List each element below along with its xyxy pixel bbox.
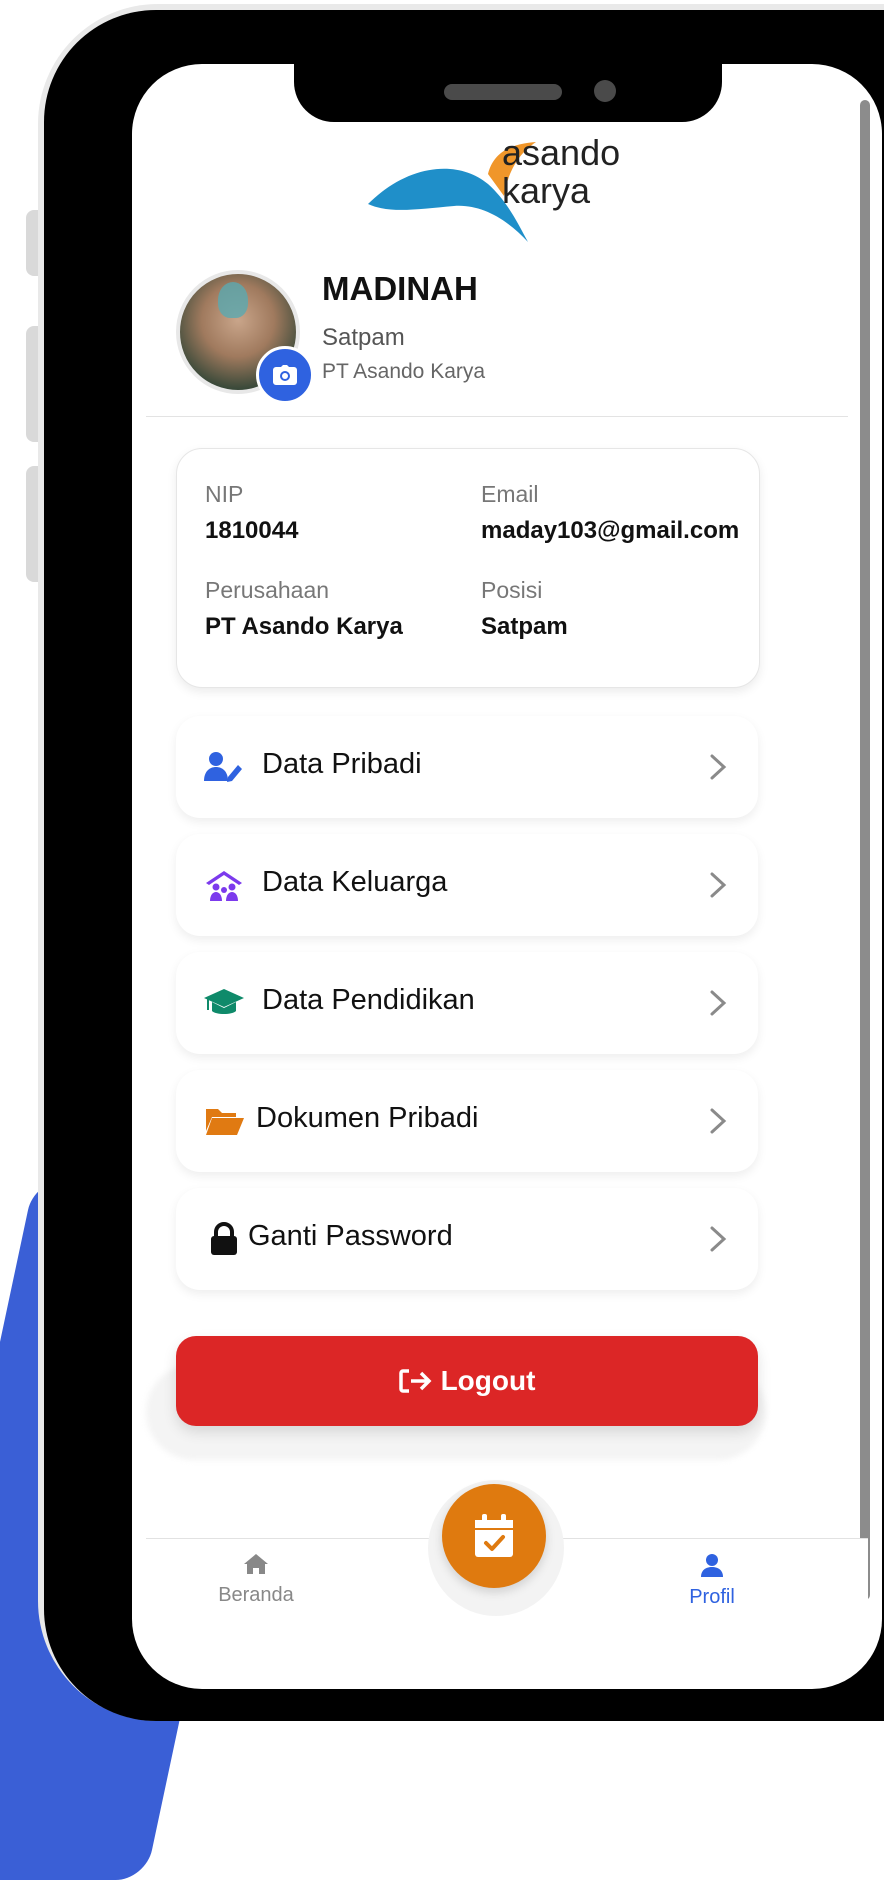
nip-label: NIP — [205, 481, 244, 507]
employee-info-card: NIP 1810044 Email maday103@gmail.com Per… — [176, 448, 760, 688]
calendar-check-icon — [475, 1514, 513, 1557]
menu-data-pendidikan[interactable]: Data Pendidikan — [176, 952, 758, 1054]
menu-data-keluarga[interactable]: Data Keluarga — [176, 834, 758, 936]
attendance-fab[interactable] — [442, 1484, 546, 1588]
chevron-right-icon — [710, 872, 727, 898]
position-label: Posisi — [481, 577, 543, 603]
nav-label: Profil — [689, 1586, 735, 1608]
nav-label: Beranda — [218, 1584, 294, 1606]
menu-label: Data Keluarga — [262, 866, 448, 898]
folder-open-icon — [204, 1104, 244, 1138]
phone-frame: asando karya MADINAH Satpam PT Asando Ka… — [44, 10, 884, 1721]
company-label: Perusahaan — [205, 577, 330, 603]
logout-label: Logout — [440, 1365, 536, 1396]
logo-line2: karya — [502, 170, 591, 211]
user-edit-icon — [204, 750, 244, 784]
family-house-icon — [204, 868, 244, 902]
home-icon — [244, 1554, 268, 1574]
lock-icon — [204, 1222, 244, 1256]
email-value: maday103@gmail.com — [481, 517, 740, 544]
profile-company: PT Asando Karya — [322, 360, 486, 383]
chevron-right-icon — [710, 990, 727, 1016]
user-icon — [701, 1554, 723, 1577]
phone-screen: asando karya MADINAH Satpam PT Asando Ka… — [132, 64, 882, 1689]
menu-label: Ganti Password — [248, 1220, 453, 1252]
scrollbar[interactable] — [860, 100, 870, 1600]
change-photo-button[interactable] — [256, 346, 314, 404]
menu-label: Dokumen Pribadi — [256, 1102, 479, 1134]
divider — [146, 416, 848, 417]
menu-data-pribadi[interactable]: Data Pribadi — [176, 716, 758, 818]
company-value: PT Asando Karya — [205, 613, 403, 640]
logo-line1: asando — [502, 132, 621, 173]
menu-ganti-password[interactable]: Ganti Password — [176, 1188, 758, 1290]
logout-button[interactable]: Logout — [176, 1336, 758, 1426]
profile-role: Satpam — [322, 324, 405, 351]
camera-icon — [273, 365, 297, 385]
menu-label: Data Pendidikan — [262, 984, 475, 1016]
menu-label: Data Pribadi — [262, 748, 422, 780]
chevron-right-icon — [710, 1226, 727, 1252]
chevron-right-icon — [710, 1108, 727, 1134]
nav-beranda[interactable]: Beranda — [186, 1553, 326, 1607]
graduation-cap-icon — [204, 986, 244, 1020]
menu-dokumen-pribadi[interactable]: Dokumen Pribadi — [176, 1070, 758, 1172]
sign-out-icon — [398, 1369, 432, 1393]
chevron-right-icon — [710, 754, 727, 780]
profile-name: MADINAH — [322, 270, 478, 307]
nip-value: 1810044 — [205, 517, 299, 544]
nav-profil[interactable]: Profil — [642, 1553, 782, 1609]
position-value: Satpam — [481, 613, 568, 640]
email-label: Email — [481, 481, 539, 507]
front-camera — [594, 80, 616, 102]
logo-text: asando karya — [502, 134, 620, 210]
phone-notch — [294, 64, 722, 122]
avatar-photo-detail — [218, 282, 248, 318]
speaker — [444, 84, 562, 100]
